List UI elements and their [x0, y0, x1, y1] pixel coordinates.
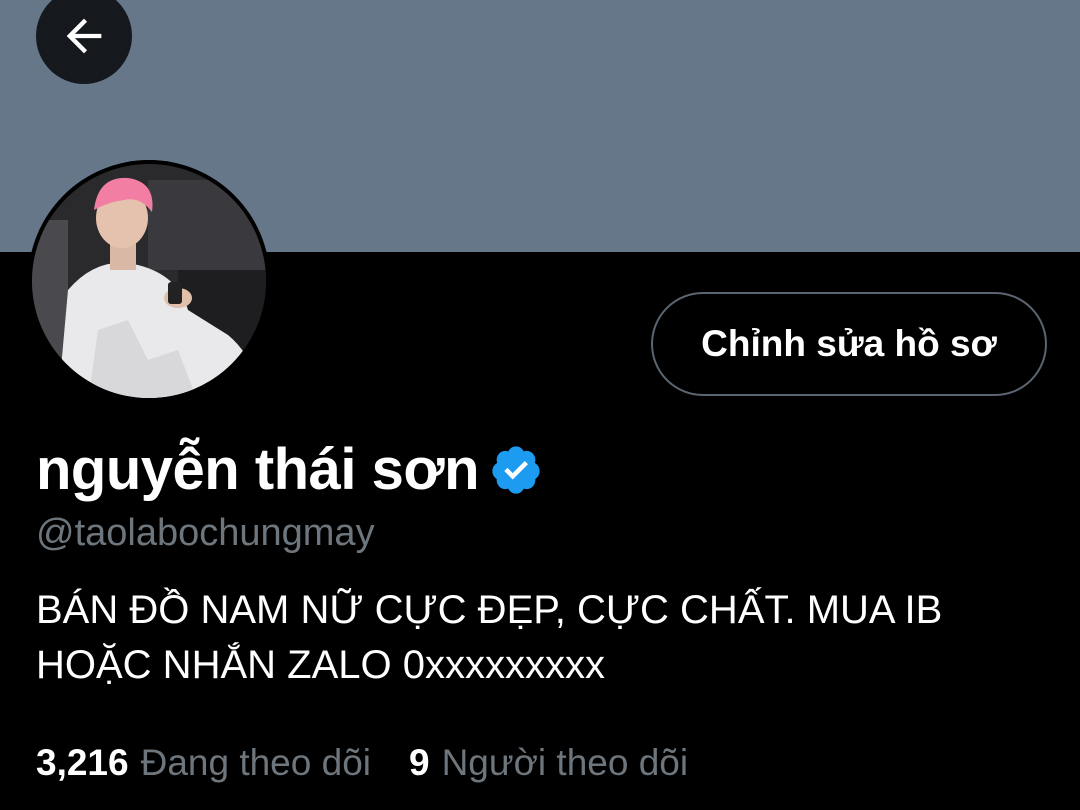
verified-badge-icon	[492, 445, 540, 494]
arrow-left-icon	[66, 18, 102, 54]
profile-photo	[28, 160, 270, 402]
followers-count[interactable]: 9	[409, 742, 430, 784]
bio-line: HOẶC NHẮN ZALO 0xxxxxxxxx	[36, 643, 605, 687]
avatar[interactable]	[28, 160, 270, 402]
following-label[interactable]: Đang theo dõi	[141, 742, 371, 784]
name-row: nguyễn thái sơn	[36, 436, 543, 503]
edit-profile-button[interactable]: Chỉnh sửa hồ sơ	[651, 292, 1047, 396]
profile-handle: @taolabochungmay	[36, 512, 375, 554]
edit-profile-label: Chỉnh sửa hồ sơ	[701, 323, 997, 364]
profile-bio: BÁN ĐỒ NAM NỮ CỰC ĐẸP, CỰC CHẤT. MUA IB …	[36, 583, 1056, 693]
profile-screen: Chỉnh sửa hồ sơ nguyễn thái sơn @taolabo…	[0, 0, 1080, 810]
display-name: nguyễn thái sơn	[36, 437, 480, 502]
follow-stats: 3,216 Đang theo dõi 9 Người theo dõi	[36, 742, 688, 784]
followers-label[interactable]: Người theo dõi	[442, 742, 689, 784]
following-count[interactable]: 3,216	[36, 742, 129, 784]
bio-line: BÁN ĐỒ NAM NỮ CỰC ĐẸP, CỰC CHẤT. MUA IB	[36, 588, 943, 632]
